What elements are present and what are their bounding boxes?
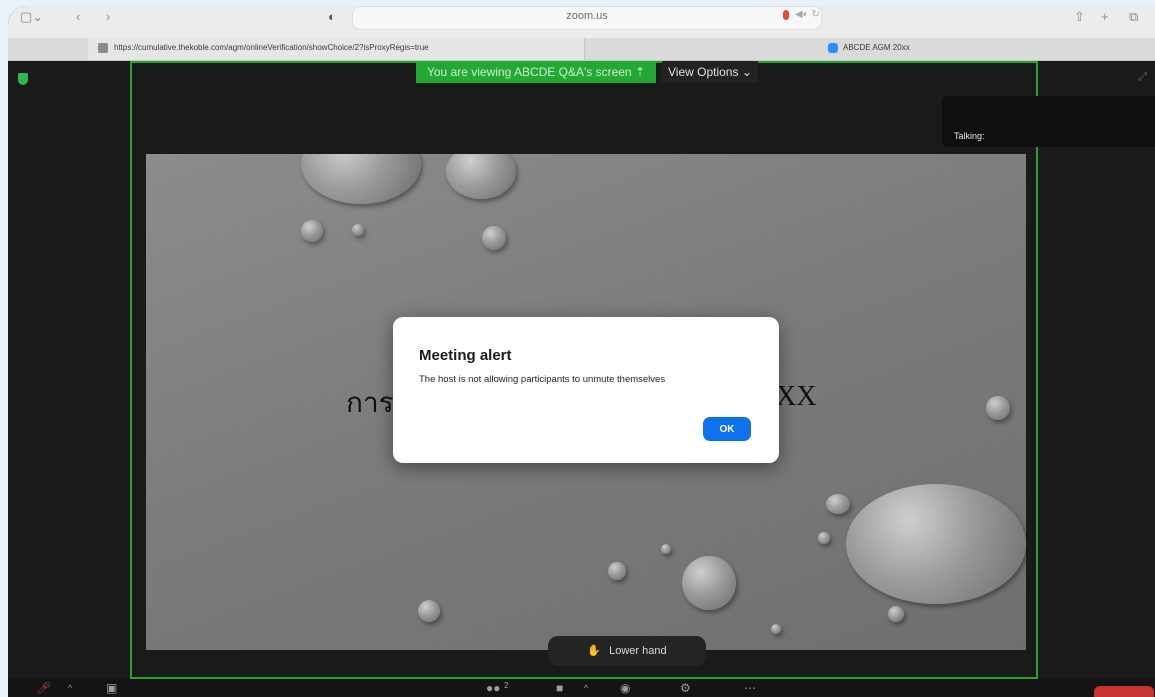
new-tab-icon[interactable]: + bbox=[1101, 10, 1109, 24]
water-drop-image bbox=[986, 396, 1010, 420]
chat-icon[interactable]: ■ bbox=[556, 681, 563, 695]
water-drop-image bbox=[826, 494, 850, 514]
share-icon[interactable]: ⇧ bbox=[1074, 10, 1085, 24]
lower-hand-button[interactable]: ✋ Lower hand bbox=[548, 636, 706, 666]
view-options-button[interactable]: View Options ⌄ bbox=[662, 61, 758, 83]
forward-icon[interactable]: › bbox=[106, 10, 110, 24]
water-drop-image bbox=[661, 544, 671, 554]
dialog-title: Meeting alert bbox=[419, 347, 512, 364]
chat-options-chevron-icon[interactable]: ^ bbox=[584, 681, 588, 695]
address-text: zoom.us bbox=[566, 10, 608, 22]
water-drop-image bbox=[301, 220, 323, 242]
talking-panel: Talking: bbox=[942, 96, 1155, 147]
water-drop-image bbox=[482, 226, 506, 250]
tab-favicon-icon bbox=[98, 43, 108, 53]
participants-count: 2 bbox=[504, 681, 509, 690]
water-drop-image bbox=[608, 562, 626, 580]
microphone-indicator-icon bbox=[783, 10, 789, 20]
water-drop-image bbox=[446, 154, 516, 199]
meeting-alert-dialog: Meeting alert The host is not allowing p… bbox=[393, 317, 779, 463]
leave-meeting-button[interactable] bbox=[1094, 686, 1154, 697]
pin-icon: ⇡ bbox=[634, 65, 646, 79]
address-bar[interactable]: zoom.us ◀◐ ↻ bbox=[352, 6, 822, 30]
fullscreen-icon[interactable]: ⤢ bbox=[1138, 71, 1147, 84]
slide-title-right: XX bbox=[776, 381, 817, 412]
back-icon[interactable]: ‹ bbox=[76, 10, 80, 24]
dialog-message: The host is not allowing participants to… bbox=[419, 374, 666, 385]
browser-toolbar: ▢⌄ ‹ › ◐ zoom.us ◀◐ ↻ ⇧ + ⧉ bbox=[8, 6, 1155, 39]
water-drop-image bbox=[888, 606, 904, 622]
tab-title: ABCDE AGM 20xx bbox=[843, 43, 910, 52]
view-options-label: View Options bbox=[668, 65, 739, 79]
raised-hand-icon: ✋ bbox=[587, 645, 602, 657]
talking-label: Talking: bbox=[954, 131, 985, 141]
viewing-banner: You are viewing ABCDE Q&A's screen ⇡ bbox=[416, 61, 656, 83]
slide-title-left: การ bbox=[346, 388, 394, 419]
zoom-favicon-icon bbox=[828, 43, 838, 53]
browser-window: ▢⌄ ‹ › ◐ zoom.us ◀◐ ↻ ⇧ + ⧉ https://cumu… bbox=[8, 6, 1155, 697]
water-drop-image bbox=[352, 224, 364, 236]
muted-microphone-icon[interactable]: 🎤︎ bbox=[36, 681, 51, 695]
water-drop-image bbox=[301, 154, 421, 204]
water-drop-image bbox=[818, 532, 830, 544]
water-drop-image bbox=[418, 600, 440, 622]
water-drop-image bbox=[771, 624, 781, 634]
reload-icon[interactable]: ◀◐ ↻ bbox=[795, 9, 820, 20]
meeting-controls-bar: 🎤︎ ^ ▣ ●● 2 ■ ^ ◉ ⚙ ⋯ bbox=[8, 679, 1155, 697]
settings-gear-icon[interactable]: ⚙ bbox=[680, 681, 691, 695]
video-off-icon[interactable]: ▣ bbox=[106, 681, 117, 695]
reactions-icon[interactable]: ◉ bbox=[620, 681, 630, 695]
water-drop-image bbox=[682, 556, 736, 610]
tab-bar: https://cumulative.thekoble.com/agm/onli… bbox=[8, 38, 1155, 61]
privacy-icon[interactable]: ◐ bbox=[328, 10, 336, 24]
tab-verification[interactable]: https://cumulative.thekoble.com/agm/onli… bbox=[88, 38, 585, 60]
tab-title: https://cumulative.thekoble.com/agm/onli… bbox=[114, 43, 429, 52]
tab-zoom-meeting[interactable]: ABCDE AGM 20xx bbox=[586, 38, 1155, 60]
more-icon[interactable]: ⋯ bbox=[744, 681, 756, 695]
participants-icon[interactable]: ●● bbox=[486, 681, 501, 695]
audio-options-chevron-icon[interactable]: ^ bbox=[68, 681, 72, 695]
water-drop-image bbox=[846, 484, 1026, 604]
ok-button[interactable]: OK bbox=[703, 417, 751, 441]
meeting-area: You are viewing ABCDE Q&A's screen ⇡ Vie… bbox=[8, 61, 1155, 697]
lower-hand-label: Lower hand bbox=[609, 645, 667, 657]
chevron-down-icon: ⌄ bbox=[741, 65, 752, 79]
sidebar-icon[interactable]: ▢⌄ bbox=[20, 10, 43, 24]
viewing-banner-text: You are viewing ABCDE Q&A's screen bbox=[426, 65, 632, 79]
encryption-shield-icon[interactable] bbox=[18, 73, 28, 85]
tab-overview-icon[interactable]: ⧉ bbox=[1129, 10, 1138, 24]
